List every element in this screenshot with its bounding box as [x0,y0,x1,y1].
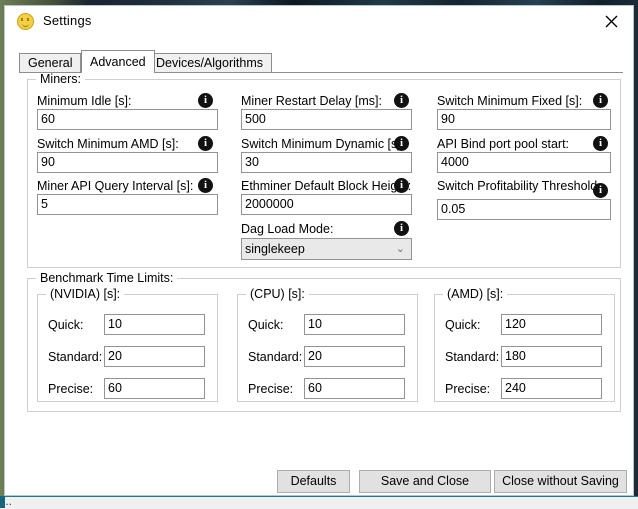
tab-strip: General Advanced Devices/Algorithms [19,50,623,74]
label-miner-restart-delay: Miner Restart Delay [ms]: [241,94,383,108]
input-cpu-precise[interactable]: 60 [304,378,405,399]
label-dag-load-mode: Dag Load Mode: [241,222,334,236]
input-amd-quick[interactable]: 120 [501,314,602,335]
input-cpu-standard[interactable]: 20 [304,346,405,367]
close-icon [605,15,618,28]
info-icon-switch-profitability-threshold[interactable]: i [593,183,608,198]
defaults-button[interactable]: Defaults [277,470,350,493]
input-amd-precise[interactable]: 240 [501,378,602,399]
label-miner-api-query-interval: Miner API Query Interval [s]: [37,179,194,193]
label-switch-minimum-amd: Switch Minimum AMD [s]: [37,137,179,151]
info-icon-dag-load-mode[interactable]: i [394,221,409,236]
info-icon-api-bind-port-pool-start[interactable]: i [593,136,608,151]
label-cpu-precise: Precise: [248,382,294,396]
input-switch-profitability-threshold[interactable]: 0.05 [437,199,611,220]
label-cpu-quick: Quick: [248,318,284,332]
label-api-bind-port-pool-start: API Bind port pool start: [437,137,570,151]
label-ethminer-default-block-height: Ethminer Default Block Height: [241,179,412,193]
input-switch-minimum-dynamic[interactable]: 30 [241,152,412,173]
label-amd-standard: Standard: [445,350,500,364]
input-nvidia-quick[interactable]: 10 [104,314,205,335]
close-window-button[interactable] [589,6,633,36]
label-nvidia-standard: Standard: [48,350,103,364]
tab-devices-algorithms[interactable]: Devices/Algorithms [147,53,272,72]
label-nvidia-quick: Quick: [48,318,84,332]
input-nvidia-standard[interactable]: 20 [104,346,205,367]
label-switch-minimum-fixed: Switch Minimum Fixed [s]: [437,94,583,108]
input-ethminer-default-block-height[interactable]: 2000000 [241,194,412,215]
input-api-bind-port-pool-start[interactable]: 4000 [437,152,611,173]
window-title: Settings [43,13,92,28]
background-left-edge [0,496,5,508]
selected-tab-underline-mask [82,72,145,74]
chevron-down-icon: ⌄ [395,243,405,255]
info-icon-minimum-idle[interactable]: i [198,93,213,108]
label-amd-quick: Quick: [445,318,481,332]
close-without-saving-button[interactable]: Close without Saving [494,470,627,493]
background-window-strip: ... [0,496,638,509]
input-miner-api-query-interval[interactable]: 5 [37,194,218,215]
title-bar: Settings [5,6,633,37]
label-nvidia-precise: Precise: [48,382,94,396]
input-amd-standard[interactable]: 180 [501,346,602,367]
label-minimum-idle: Minimum Idle [s]: [37,94,132,108]
label-cpu-standard: Standard: [248,350,303,364]
select-dag-load-mode[interactable]: singlekeep ⌄ [241,238,412,260]
tab-advanced[interactable]: Advanced [81,50,155,73]
info-icon-switch-minimum-fixed[interactable]: i [593,93,608,108]
save-and-close-button[interactable]: Save and Close [359,470,491,493]
info-icon-switch-minimum-dynamic[interactable]: i [394,136,409,151]
benchmark-nvidia-label: (NVIDIA) [s]: [46,287,125,301]
settings-dialog: Settings General Advanced Devices/Algori… [4,5,634,496]
benchmark-amd-label: (AMD) [s]: [443,287,508,301]
input-cpu-quick[interactable]: 10 [304,314,405,335]
label-switch-minimum-dynamic: Switch Minimum Dynamic [s]: [241,137,405,151]
tab-general[interactable]: General [19,53,82,72]
benchmark-cpu-label: (CPU) [s]: [246,287,309,301]
input-minimum-idle[interactable]: 60 [37,109,218,130]
benchmark-group-label: Benchmark Time Limits: [36,271,178,285]
label-switch-profitability-threshold: Switch Profitability Threshold [437,179,598,193]
input-switch-minimum-amd[interactable]: 90 [37,152,218,173]
label-amd-precise: Precise: [445,382,491,396]
info-icon-switch-minimum-amd[interactable]: i [198,136,213,151]
info-icon-ethminer-default-block-height[interactable]: i [394,178,409,193]
miners-group-label: Miners: [36,72,85,86]
coin-smiley-icon [17,13,34,30]
input-miner-restart-delay[interactable]: 500 [241,109,412,130]
input-switch-minimum-fixed[interactable]: 90 [437,109,611,130]
info-icon-miner-api-query-interval[interactable]: i [198,178,213,193]
input-nvidia-precise[interactable]: 60 [104,378,205,399]
info-icon-miner-restart-delay[interactable]: i [394,93,409,108]
select-dag-load-mode-value: singlekeep [245,242,305,256]
